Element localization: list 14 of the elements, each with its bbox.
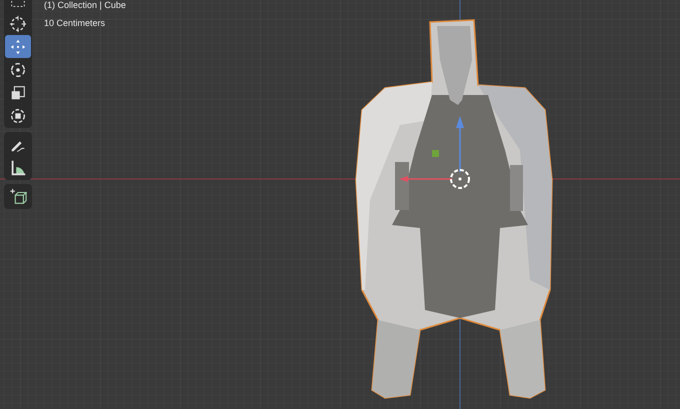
rotate-icon — [9, 60, 27, 78]
cursor-icon — [9, 14, 27, 32]
add-cube-icon — [9, 188, 27, 206]
viewport-info-text: (1) Collection | Cube — [44, 0, 126, 12]
ruler-angle-icon — [9, 158, 27, 176]
x-axis-arrow — [399, 176, 452, 182]
move-icon — [9, 38, 27, 56]
transform-icon — [9, 106, 27, 124]
origin-point-icon — [432, 150, 439, 157]
scale-icon — [9, 84, 27, 102]
tool-button[interactable] — [5, 35, 31, 58]
z-axis-arrow — [456, 116, 464, 172]
3d-cursor-icon — [450, 169, 470, 189]
viewport-info-text: 10 Centimeters — [44, 17, 106, 30]
